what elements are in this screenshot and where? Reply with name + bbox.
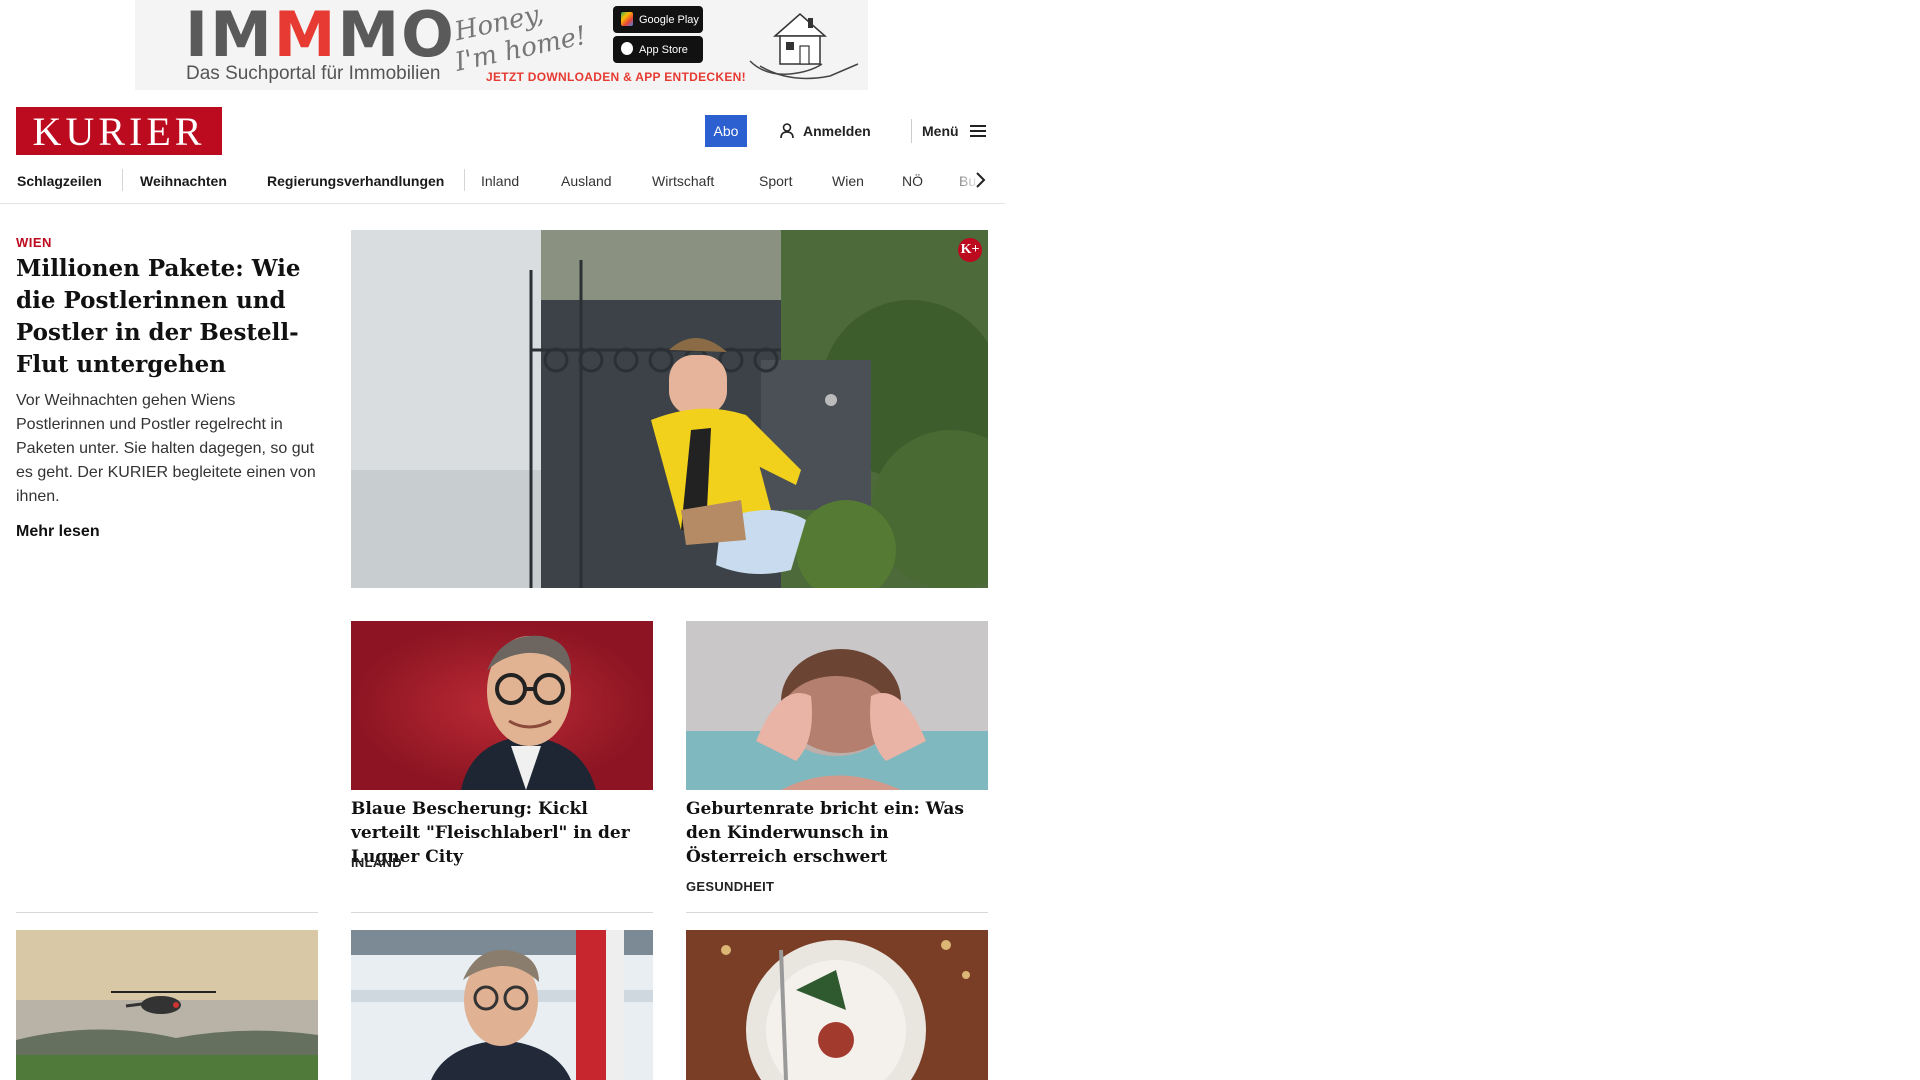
nav-item-ausland[interactable]: Ausland [561,165,612,197]
helicopter-photo [16,930,318,1080]
christmas-table-photo [686,930,988,1080]
login-button[interactable]: Anmelden [780,115,871,147]
nav-item-wien[interactable]: Wien [832,165,864,197]
card-category[interactable]: INLAND [351,855,402,870]
nav-item-noe[interactable]: NÖ [902,165,923,197]
nav-divider [122,169,123,191]
card-image-helicopter[interactable] [16,930,318,1080]
lead-teaser: Vor Weihnachten gehen Wiens Postlerinnen… [16,392,316,505]
google-play-badge[interactable]: Google Play [613,6,703,33]
card-image-christmas-table[interactable] [686,930,988,1080]
header-divider [911,119,912,143]
login-label: Anmelden [803,123,871,139]
nav-item-sport[interactable]: Sport [759,165,792,197]
card-image-politician[interactable] [351,930,653,1080]
card-image-baby[interactable] [686,621,988,790]
ad-script-text: Honey, I'm home! [452,0,590,78]
row-divider [351,912,653,913]
card-image-kickl[interactable] [351,621,653,790]
read-more-link[interactable]: Mehr lesen [16,523,100,541]
nav-item-schlagzeilen[interactable]: Schlagzeilen [17,165,102,197]
user-icon [780,123,794,139]
ad-brand-logo: IMMMO [185,0,456,71]
nav-divider [464,169,465,191]
politician-photo [351,930,653,1080]
lead-image[interactable] [351,230,988,588]
lead-headline[interactable]: Millionen Pakete: Wie die Postlerinnen u… [16,253,326,381]
ad-banner[interactable]: IMMMO Das Suchportal für Immobilien Hone… [135,0,868,90]
row-divider [16,912,318,913]
portrait-photo [351,621,653,790]
baby-photo [686,621,988,790]
app-store-badge[interactable]: App Store [613,36,703,63]
nav-item-weihnachten[interactable]: Weihnachten [140,165,227,197]
premium-badge: K+ [958,238,982,262]
nav-item-inland[interactable]: Inland [481,165,519,197]
card-category[interactable]: GESUNDHEIT [686,879,774,894]
chevron-right-icon[interactable] [972,170,988,190]
lead-category[interactable]: WIEN [16,235,52,250]
menu-label: Menü [922,123,959,139]
ad-tagline: Das Suchportal für Immobilien [186,63,441,84]
nav-item-regierungsverhandlungen[interactable]: Regierungsverhandlungen [267,165,444,197]
menu-button[interactable]: Menü [922,115,986,147]
house-hand-illustration [749,13,859,80]
row-divider [686,912,988,913]
nav-item-wirtschaft[interactable]: Wirtschaft [652,165,714,197]
kurier-logo[interactable]: KURIER [16,107,222,155]
abo-button[interactable]: Abo [705,115,747,147]
ad-cta[interactable]: JETZT DOWNLOADEN & APP ENTDECKEN! [486,70,746,84]
postman-photo [351,230,988,588]
card-headline[interactable]: Geburtenrate bricht ein: Was den Kinderw… [686,797,988,869]
hamburger-icon [969,124,986,138]
